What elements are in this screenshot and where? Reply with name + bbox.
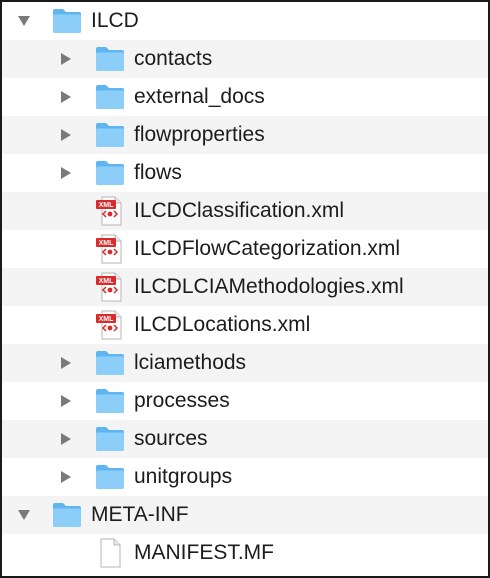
disclosure-collapsed-icon[interactable] [58, 469, 74, 485]
disclosure-collapsed-icon[interactable] [58, 127, 74, 143]
folder-icon [94, 158, 126, 188]
disclosure-expanded-icon[interactable] [16, 13, 32, 29]
folder-icon [51, 500, 83, 530]
disclosure-collapsed-icon[interactable] [58, 51, 74, 67]
tree-row-label: external_docs [134, 85, 265, 108]
folder-icon [51, 6, 83, 36]
tree-row-label: ILCDFlowCategorization.xml [134, 237, 401, 260]
folder-icon [94, 348, 126, 378]
tree-row-flowproperties[interactable]: flowproperties [2, 116, 488, 154]
tree-row-label: META-INF [91, 503, 189, 526]
tree-row-label: processes [134, 389, 230, 412]
tree-row-contacts[interactable]: contacts [2, 40, 488, 78]
tree-row-ilcd[interactable]: ILCD [2, 2, 488, 40]
tree-row-label: ILCDLCIAMethodologies.xml [134, 275, 404, 298]
folder-icon [94, 120, 126, 150]
tree-row-external-docs[interactable]: external_docs [2, 78, 488, 116]
disclosure-expanded-icon[interactable] [16, 507, 32, 523]
document-icon [94, 538, 126, 568]
svg-text:XML: XML [99, 202, 115, 209]
file-tree: ILCD contacts external_docs flowproperti… [2, 2, 488, 572]
folder-icon [94, 462, 126, 492]
disclosure-collapsed-icon[interactable] [58, 431, 74, 447]
tree-row-label: unitgroups [134, 465, 233, 488]
folder-icon [94, 82, 126, 112]
folder-icon [94, 44, 126, 74]
svg-text:XML: XML [99, 240, 115, 247]
xml-file-icon: XML [94, 234, 126, 264]
disclosure-collapsed-icon[interactable] [58, 89, 74, 105]
tree-row-label: flowproperties [134, 123, 265, 146]
finder-window: ILCD contacts external_docs flowproperti… [0, 0, 490, 578]
svg-text:XML: XML [99, 278, 115, 285]
folder-icon [94, 386, 126, 416]
xml-file-icon: XML [94, 272, 126, 302]
tree-row-ilcd-locations[interactable]: XML ILCDLocations.xml [2, 306, 488, 344]
tree-row-sources[interactable]: sources [2, 420, 488, 458]
tree-row-label: sources [134, 427, 208, 450]
xml-file-icon: XML [94, 196, 126, 226]
disclosure-collapsed-icon[interactable] [58, 355, 74, 371]
tree-row-label: ILCD [91, 9, 139, 32]
xml-file-icon: XML [94, 310, 126, 340]
tree-row-ilcd-flow-categorization[interactable]: XML ILCDFlowCategorization.xml [2, 230, 488, 268]
tree-row-flows[interactable]: flows [2, 154, 488, 192]
tree-row-ilcd-lcia-methodologies[interactable]: XML ILCDLCIAMethodologies.xml [2, 268, 488, 306]
tree-row-label: ILCDLocations.xml [134, 313, 311, 336]
svg-text:XML: XML [99, 316, 115, 323]
folder-icon [94, 424, 126, 454]
tree-row-meta-inf[interactable]: META-INF [2, 496, 488, 534]
tree-row-label: flows [134, 161, 182, 184]
tree-row-ilcd-classification[interactable]: XML ILCDClassification.xml [2, 192, 488, 230]
disclosure-collapsed-icon[interactable] [58, 393, 74, 409]
tree-row-label: MANIFEST.MF [134, 541, 274, 564]
tree-row-label: lciamethods [134, 351, 247, 374]
tree-row-label: ILCDClassification.xml [134, 199, 345, 222]
tree-row-lciamethods[interactable]: lciamethods [2, 344, 488, 382]
disclosure-collapsed-icon[interactable] [58, 165, 74, 181]
tree-row-label: contacts [134, 47, 213, 70]
tree-row-manifest[interactable]: MANIFEST.MF [2, 534, 488, 572]
tree-row-processes[interactable]: processes [2, 382, 488, 420]
tree-row-unitgroups[interactable]: unitgroups [2, 458, 488, 496]
